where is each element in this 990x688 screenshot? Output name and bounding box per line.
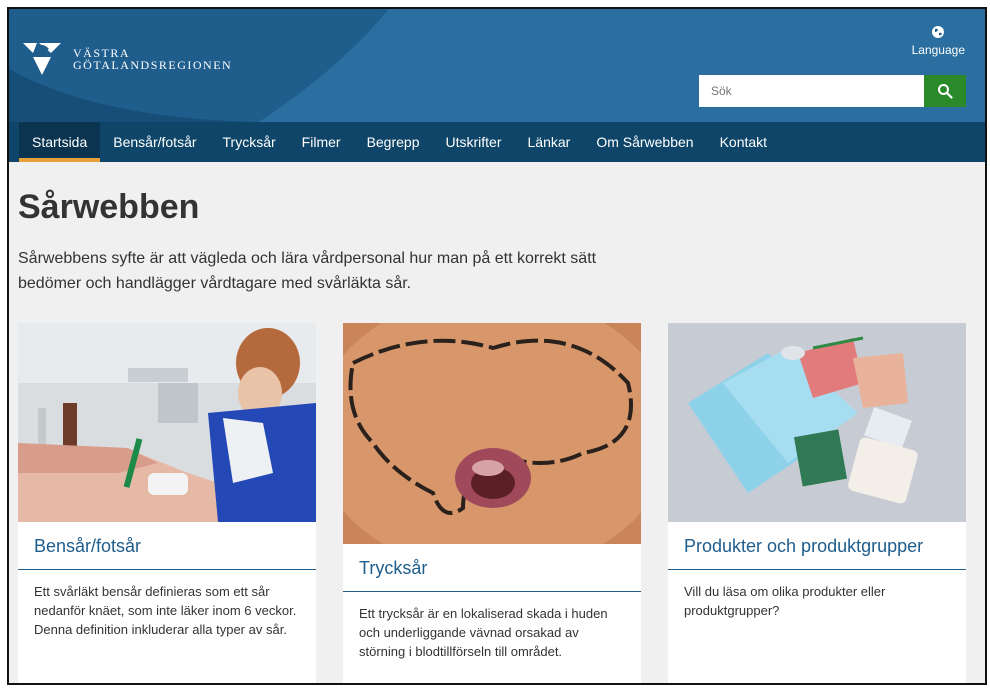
nav-item-bensar-fotsar[interactable]: Bensår/fotsår [100,122,209,162]
card-trycksar-text: Ett trycksår är en lokaliserad skada i h… [359,606,608,659]
language-button[interactable]: Language [912,25,965,57]
vgr-logo-text: VÄSTRA GÖTALANDSREGIONEN [73,47,232,71]
search-icon [938,84,953,99]
nav-item-lankar[interactable]: Länkar [515,122,584,162]
left-margin [0,0,7,688]
nav-item-om-sarwebben[interactable]: Om Sårwebben [583,122,706,162]
card-produkter-text: Vill du läsa om olika produkter eller pr… [684,584,886,618]
card-bensar[interactable]: Bensår/fotsår Ett svårläkt bensår defini… [18,323,316,683]
card-produkter-title[interactable]: Produkter och produktgrupper [668,522,966,570]
nav-item-filmer[interactable]: Filmer [289,122,354,162]
card-produkter-image [668,323,966,522]
nav-item-trycksar[interactable]: Trycksår [210,122,289,162]
card-produkter[interactable]: Produkter och produktgrupper Vill du läs… [668,323,966,683]
card-trycksar-title[interactable]: Trycksår [343,544,641,592]
card-bensar-text: Ett svårläkt bensår definieras som ett s… [34,584,297,637]
card-bensar-image [18,323,316,522]
intro-text: Sårwebbens syfte är att vägleda och lära… [18,250,597,292]
page-title: Sårwebben [18,188,200,226]
language-label: Language [911,43,965,57]
logo-line-2: GÖTALANDSREGIONEN [73,58,233,72]
main-content: Sårwebben Sårwebbens syfte är att vägled… [9,162,985,683]
nav-item-utskrifter[interactable]: Utskrifter [433,122,515,162]
card-trycksar-image [343,323,641,544]
browser-viewport: VÄSTRA GÖTALANDSREGIONEN Language Starts… [7,7,987,685]
nav-item-kontakt[interactable]: Kontakt [707,122,780,162]
site-header: VÄSTRA GÖTALANDSREGIONEN Language [9,9,985,122]
main-nav: Startsida Bensår/fotsår Trycksår Filmer … [9,122,985,162]
card-trycksar[interactable]: Trycksår Ett trycksår är en lokaliserad … [343,323,641,683]
nav-item-begrepp[interactable]: Begrepp [354,122,433,162]
vgr-logo-icon [23,43,61,75]
search-input[interactable] [699,75,924,107]
vgr-logo[interactable]: VÄSTRA GÖTALANDSREGIONEN [21,39,232,81]
search-bar [699,75,967,107]
search-button[interactable] [924,75,966,107]
card-bensar-title[interactable]: Bensår/fotsår [18,522,316,570]
globe-icon [932,26,945,38]
nav-item-startsida[interactable]: Startsida [19,122,101,162]
